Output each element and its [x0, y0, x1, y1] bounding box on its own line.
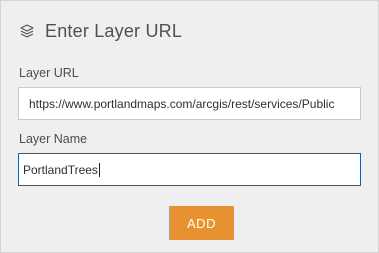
- layers-icon: [18, 22, 36, 40]
- panel-header: Enter Layer URL: [18, 19, 182, 43]
- text-caret: [98, 162, 100, 177]
- layer-name-input[interactable]: PortlandTrees: [18, 153, 361, 186]
- add-button[interactable]: ADD: [169, 206, 234, 240]
- layer-url-input[interactable]: https://www.portlandmaps.com/arcgis/rest…: [18, 87, 361, 120]
- add-layer-panel: Enter Layer URL Layer URL https://www.po…: [0, 0, 379, 253]
- layer-url-value: https://www.portlandmaps.com/arcgis/rest…: [29, 96, 335, 111]
- layer-name-label: Layer Name: [19, 132, 88, 146]
- layer-name-value: PortlandTrees: [23, 162, 98, 177]
- layer-url-label: Layer URL: [19, 66, 79, 80]
- panel-title: Enter Layer URL: [45, 20, 183, 41]
